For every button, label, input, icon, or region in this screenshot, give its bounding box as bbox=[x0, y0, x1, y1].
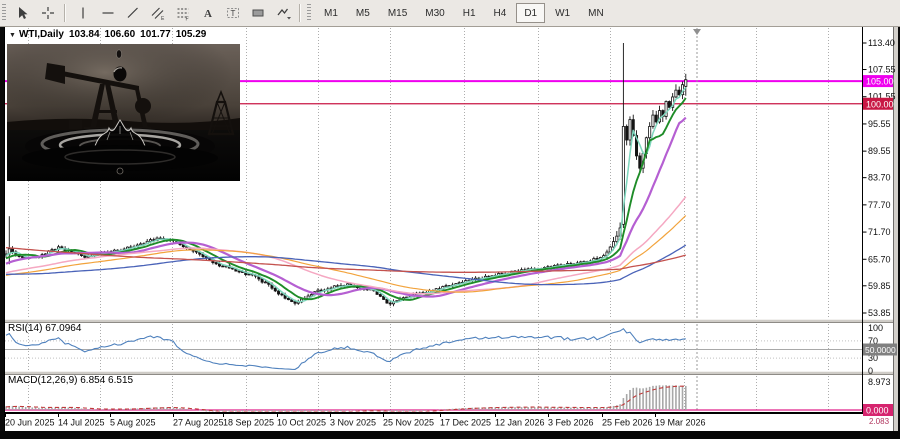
svg-text:50.0000: 50.0000 bbox=[865, 345, 896, 355]
window-right-edge bbox=[894, 26, 899, 439]
svg-text:89.55: 89.55 bbox=[868, 146, 891, 156]
symbol-dropdown-icon[interactable]: ▼ bbox=[9, 32, 16, 39]
text-icon: A bbox=[200, 5, 216, 21]
rectangle-icon bbox=[250, 5, 266, 21]
svg-text:53.85: 53.85 bbox=[868, 308, 891, 318]
text-tool-button[interactable]: A bbox=[195, 2, 220, 24]
svg-text:3 Nov 2025: 3 Nov 2025 bbox=[330, 418, 376, 428]
vertical-line-icon bbox=[75, 5, 91, 21]
timeframe-button-w1[interactable]: W1 bbox=[547, 3, 578, 23]
timeframe-button-h1[interactable]: H1 bbox=[455, 3, 484, 23]
fibonacci-tool-button[interactable]: F bbox=[170, 2, 195, 24]
toolbar: E F A T M1M5M15M30H1H4D1W1MN bbox=[0, 0, 900, 27]
equidistant-channel-icon: E bbox=[150, 5, 166, 21]
timeframe-group: M1M5M15M30H1H4D1W1MN bbox=[315, 3, 613, 23]
symbol-label: WTI,Daily bbox=[19, 29, 64, 40]
macd-indicator-label: MACD(12,26,9) 6.854 6.515 bbox=[8, 375, 133, 386]
svg-text:0: 0 bbox=[868, 366, 873, 376]
ohlc-open: 103.84 bbox=[69, 29, 100, 40]
svg-text:77.70: 77.70 bbox=[868, 200, 891, 210]
ohlc-close: 105.29 bbox=[176, 29, 207, 40]
toolbar-separator bbox=[299, 4, 301, 22]
svg-text:8.973: 8.973 bbox=[868, 377, 891, 387]
ohlc-high: 106.60 bbox=[105, 29, 136, 40]
svg-text:12 Jan 2026: 12 Jan 2026 bbox=[495, 418, 545, 428]
svg-text:100: 100 bbox=[868, 323, 883, 333]
svg-text:18 Sep 2025: 18 Sep 2025 bbox=[223, 418, 274, 428]
macd-zero-badge: 0.000 bbox=[863, 404, 893, 416]
svg-text:A: A bbox=[204, 8, 212, 20]
svg-text:25 Nov 2025: 25 Nov 2025 bbox=[383, 418, 434, 428]
svg-text:14 Jul 2025: 14 Jul 2025 bbox=[58, 418, 105, 428]
cursor-tool-button[interactable] bbox=[10, 2, 35, 24]
timeframe-button-h4[interactable]: H4 bbox=[486, 3, 515, 23]
timeframe-button-d1[interactable]: D1 bbox=[516, 3, 545, 23]
svg-text:19 Mar 2026: 19 Mar 2026 bbox=[655, 418, 706, 428]
drawing-tools-group: EFAT bbox=[10, 2, 305, 24]
oil-photo-image bbox=[7, 44, 240, 181]
timeframe-button-mn[interactable]: MN bbox=[580, 3, 612, 23]
trendline-icon bbox=[125, 5, 141, 21]
svg-text:100.00: 100.00 bbox=[866, 99, 894, 109]
svg-text:0.000: 0.000 bbox=[866, 406, 889, 416]
rsi-indicator-label: RSI(14) 67.0964 bbox=[8, 323, 81, 334]
svg-text:2.083: 2.083 bbox=[869, 417, 890, 426]
svg-text:71.70: 71.70 bbox=[868, 227, 891, 237]
cursor-icon bbox=[15, 5, 31, 21]
crosshair-tool-button[interactable] bbox=[35, 2, 60, 24]
svg-text:20 Jun 2025: 20 Jun 2025 bbox=[5, 418, 55, 428]
horizontal-line-icon bbox=[100, 5, 116, 21]
price-badge-100.00: 100.00 bbox=[863, 98, 894, 110]
timeframe-button-m1[interactable]: M1 bbox=[316, 3, 346, 23]
svg-text:107.55: 107.55 bbox=[868, 65, 896, 75]
equidistant-channel-tool-button[interactable]: E bbox=[145, 2, 170, 24]
svg-text:17 Dec 2025: 17 Dec 2025 bbox=[440, 418, 491, 428]
svg-text:95.55: 95.55 bbox=[868, 119, 891, 129]
vertical-line-tool-button[interactable] bbox=[70, 2, 95, 24]
svg-text:5 Aug 2025: 5 Aug 2025 bbox=[110, 418, 156, 428]
svg-text:F: F bbox=[185, 17, 188, 22]
svg-text:3 Feb 2026: 3 Feb 2026 bbox=[548, 418, 594, 428]
toolbar-grip-2[interactable] bbox=[307, 4, 311, 22]
timeframe-button-m30[interactable]: M30 bbox=[417, 3, 452, 23]
fibonacci-icon: F bbox=[175, 5, 191, 21]
rectangle-tool-button[interactable] bbox=[245, 2, 270, 24]
svg-text:59.85: 59.85 bbox=[868, 281, 891, 291]
timeframe-button-m15[interactable]: M15 bbox=[380, 3, 415, 23]
price-badge-105.00: 105.00 bbox=[863, 75, 894, 87]
svg-text:113.40: 113.40 bbox=[868, 38, 895, 48]
svg-text:65.70: 65.70 bbox=[868, 254, 891, 264]
svg-text:E: E bbox=[161, 16, 165, 21]
svg-text:105.00: 105.00 bbox=[866, 77, 894, 87]
rsi-mid-badge: 50.0000 bbox=[863, 344, 897, 356]
horizontal-line-tool-button[interactable] bbox=[95, 2, 120, 24]
toolbar-separator bbox=[64, 4, 66, 22]
trendline-tool-button[interactable] bbox=[120, 2, 145, 24]
svg-text:25 Feb 2026: 25 Feb 2026 bbox=[602, 418, 653, 428]
text-label-tool-button[interactable]: T bbox=[220, 2, 245, 24]
toolbar-grip[interactable] bbox=[2, 4, 6, 22]
ohlc-low: 101.77 bbox=[140, 29, 171, 40]
text-label-icon: T bbox=[225, 5, 241, 21]
svg-text:27 Aug 2025: 27 Aug 2025 bbox=[173, 418, 224, 428]
oil-photo-art bbox=[7, 44, 240, 181]
svg-text:T: T bbox=[230, 9, 235, 18]
svg-text:10 Oct 2025: 10 Oct 2025 bbox=[277, 418, 326, 428]
timeframe-button-m5[interactable]: M5 bbox=[348, 3, 378, 23]
svg-text:83.70: 83.70 bbox=[868, 173, 891, 183]
arrows-icon bbox=[275, 5, 291, 21]
crosshair-icon bbox=[40, 5, 56, 21]
arrows-tool-button[interactable] bbox=[270, 2, 295, 24]
chart-title: ▼WTI,Daily 103.84 106.60 101.77 105.29 bbox=[9, 29, 211, 40]
terminal-window: E F A T M1M5M15M30H1H4D1W1MN 113.40 107.55 10… bbox=[0, 0, 900, 439]
